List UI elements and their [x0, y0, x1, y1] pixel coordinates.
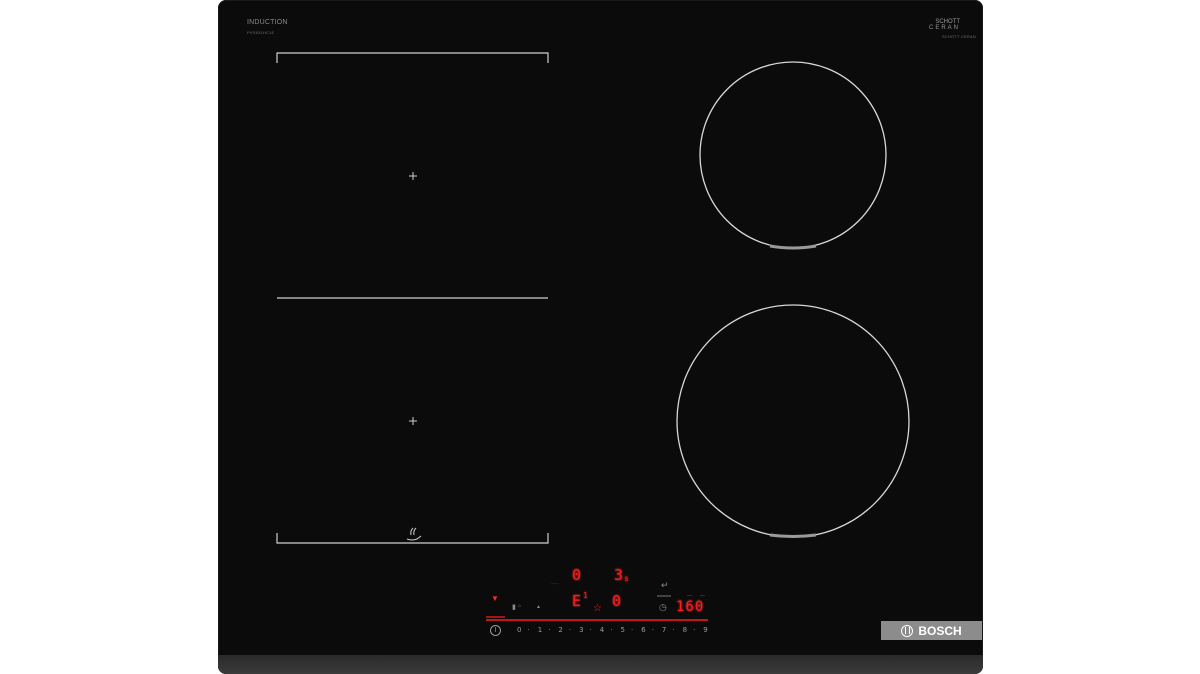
cooking-zone-front-right[interactable] — [676, 304, 910, 538]
scale-dot: · — [568, 626, 572, 634]
childlock-icon[interactable]: ▮ — [512, 604, 516, 611]
star-icon[interactable]: ☆ — [593, 604, 602, 614]
flex-zone-top-border — [276, 52, 549, 63]
zone-marker — [769, 244, 817, 250]
power-icon[interactable]: I — [490, 625, 501, 636]
cooking-zones-graphic — [276, 52, 910, 621]
scale-dot: · — [548, 626, 551, 634]
scale-dot: · — [631, 626, 634, 634]
scale-dot: · — [610, 626, 613, 634]
flex-zone-bottom-border — [276, 533, 549, 544]
bosch-logo-icon — [901, 624, 914, 637]
power-level-4[interactable]: 4 — [600, 626, 604, 634]
temperature-indicator: — — [700, 593, 705, 599]
cooking-zone-rear-right[interactable] — [699, 61, 887, 250]
zone-indicator-dash: — — [551, 579, 559, 588]
power-level-8[interactable]: 8 — [683, 626, 687, 634]
scale-dot: · — [672, 626, 675, 634]
power-level-6[interactable]: 6 — [641, 626, 645, 634]
clock-icon[interactable]: ◷ — [659, 603, 667, 612]
power-level-7[interactable]: 7 — [662, 626, 666, 634]
scale-dot: · — [693, 626, 696, 634]
power-level-3[interactable]: 3 — [579, 626, 583, 634]
zone-level-display: 0 — [572, 566, 582, 584]
hob-stage: INDUCTION PVS631HC1E SCHOTT CERAN SCHOTT… — [0, 0, 1200, 674]
timer-unit: s — [624, 574, 629, 583]
scale-dot: · — [651, 626, 654, 634]
temperature-indicator: — — [687, 593, 692, 599]
power-level-9[interactable]: 9 — [703, 626, 707, 634]
power-level-0[interactable]: 0 — [517, 626, 521, 634]
home-connect-icon[interactable]: ⌂ — [518, 603, 521, 610]
zone-b-value-display: 0 — [612, 592, 622, 610]
zone-b-superscript: 1 — [583, 591, 588, 600]
scale-dot: · — [527, 626, 530, 634]
timer-display: 3 — [614, 566, 624, 584]
power-level-5[interactable]: 5 — [621, 626, 625, 634]
zone-marker — [769, 533, 817, 538]
brand-name: BOSCH — [918, 623, 962, 638]
scale-dot: · — [589, 626, 592, 634]
wifi-icon[interactable]: ▼ — [491, 595, 499, 603]
flex-zone-bottom[interactable] — [276, 533, 549, 544]
plus-icon — [409, 417, 417, 425]
frying-pan-sensor-icon — [406, 527, 422, 541]
boost-icon[interactable]: ▲ — [536, 604, 541, 611]
frying-sensor-icon[interactable]: ↵ — [661, 581, 669, 590]
zone-b-display: E — [572, 592, 582, 610]
temperature-display: 160 — [676, 599, 705, 615]
brand-plate: BOSCH — [881, 621, 982, 640]
power-level-2[interactable]: 2 — [558, 626, 562, 634]
power-level-1[interactable]: 1 — [538, 626, 542, 634]
plus-icon — [409, 172, 417, 180]
